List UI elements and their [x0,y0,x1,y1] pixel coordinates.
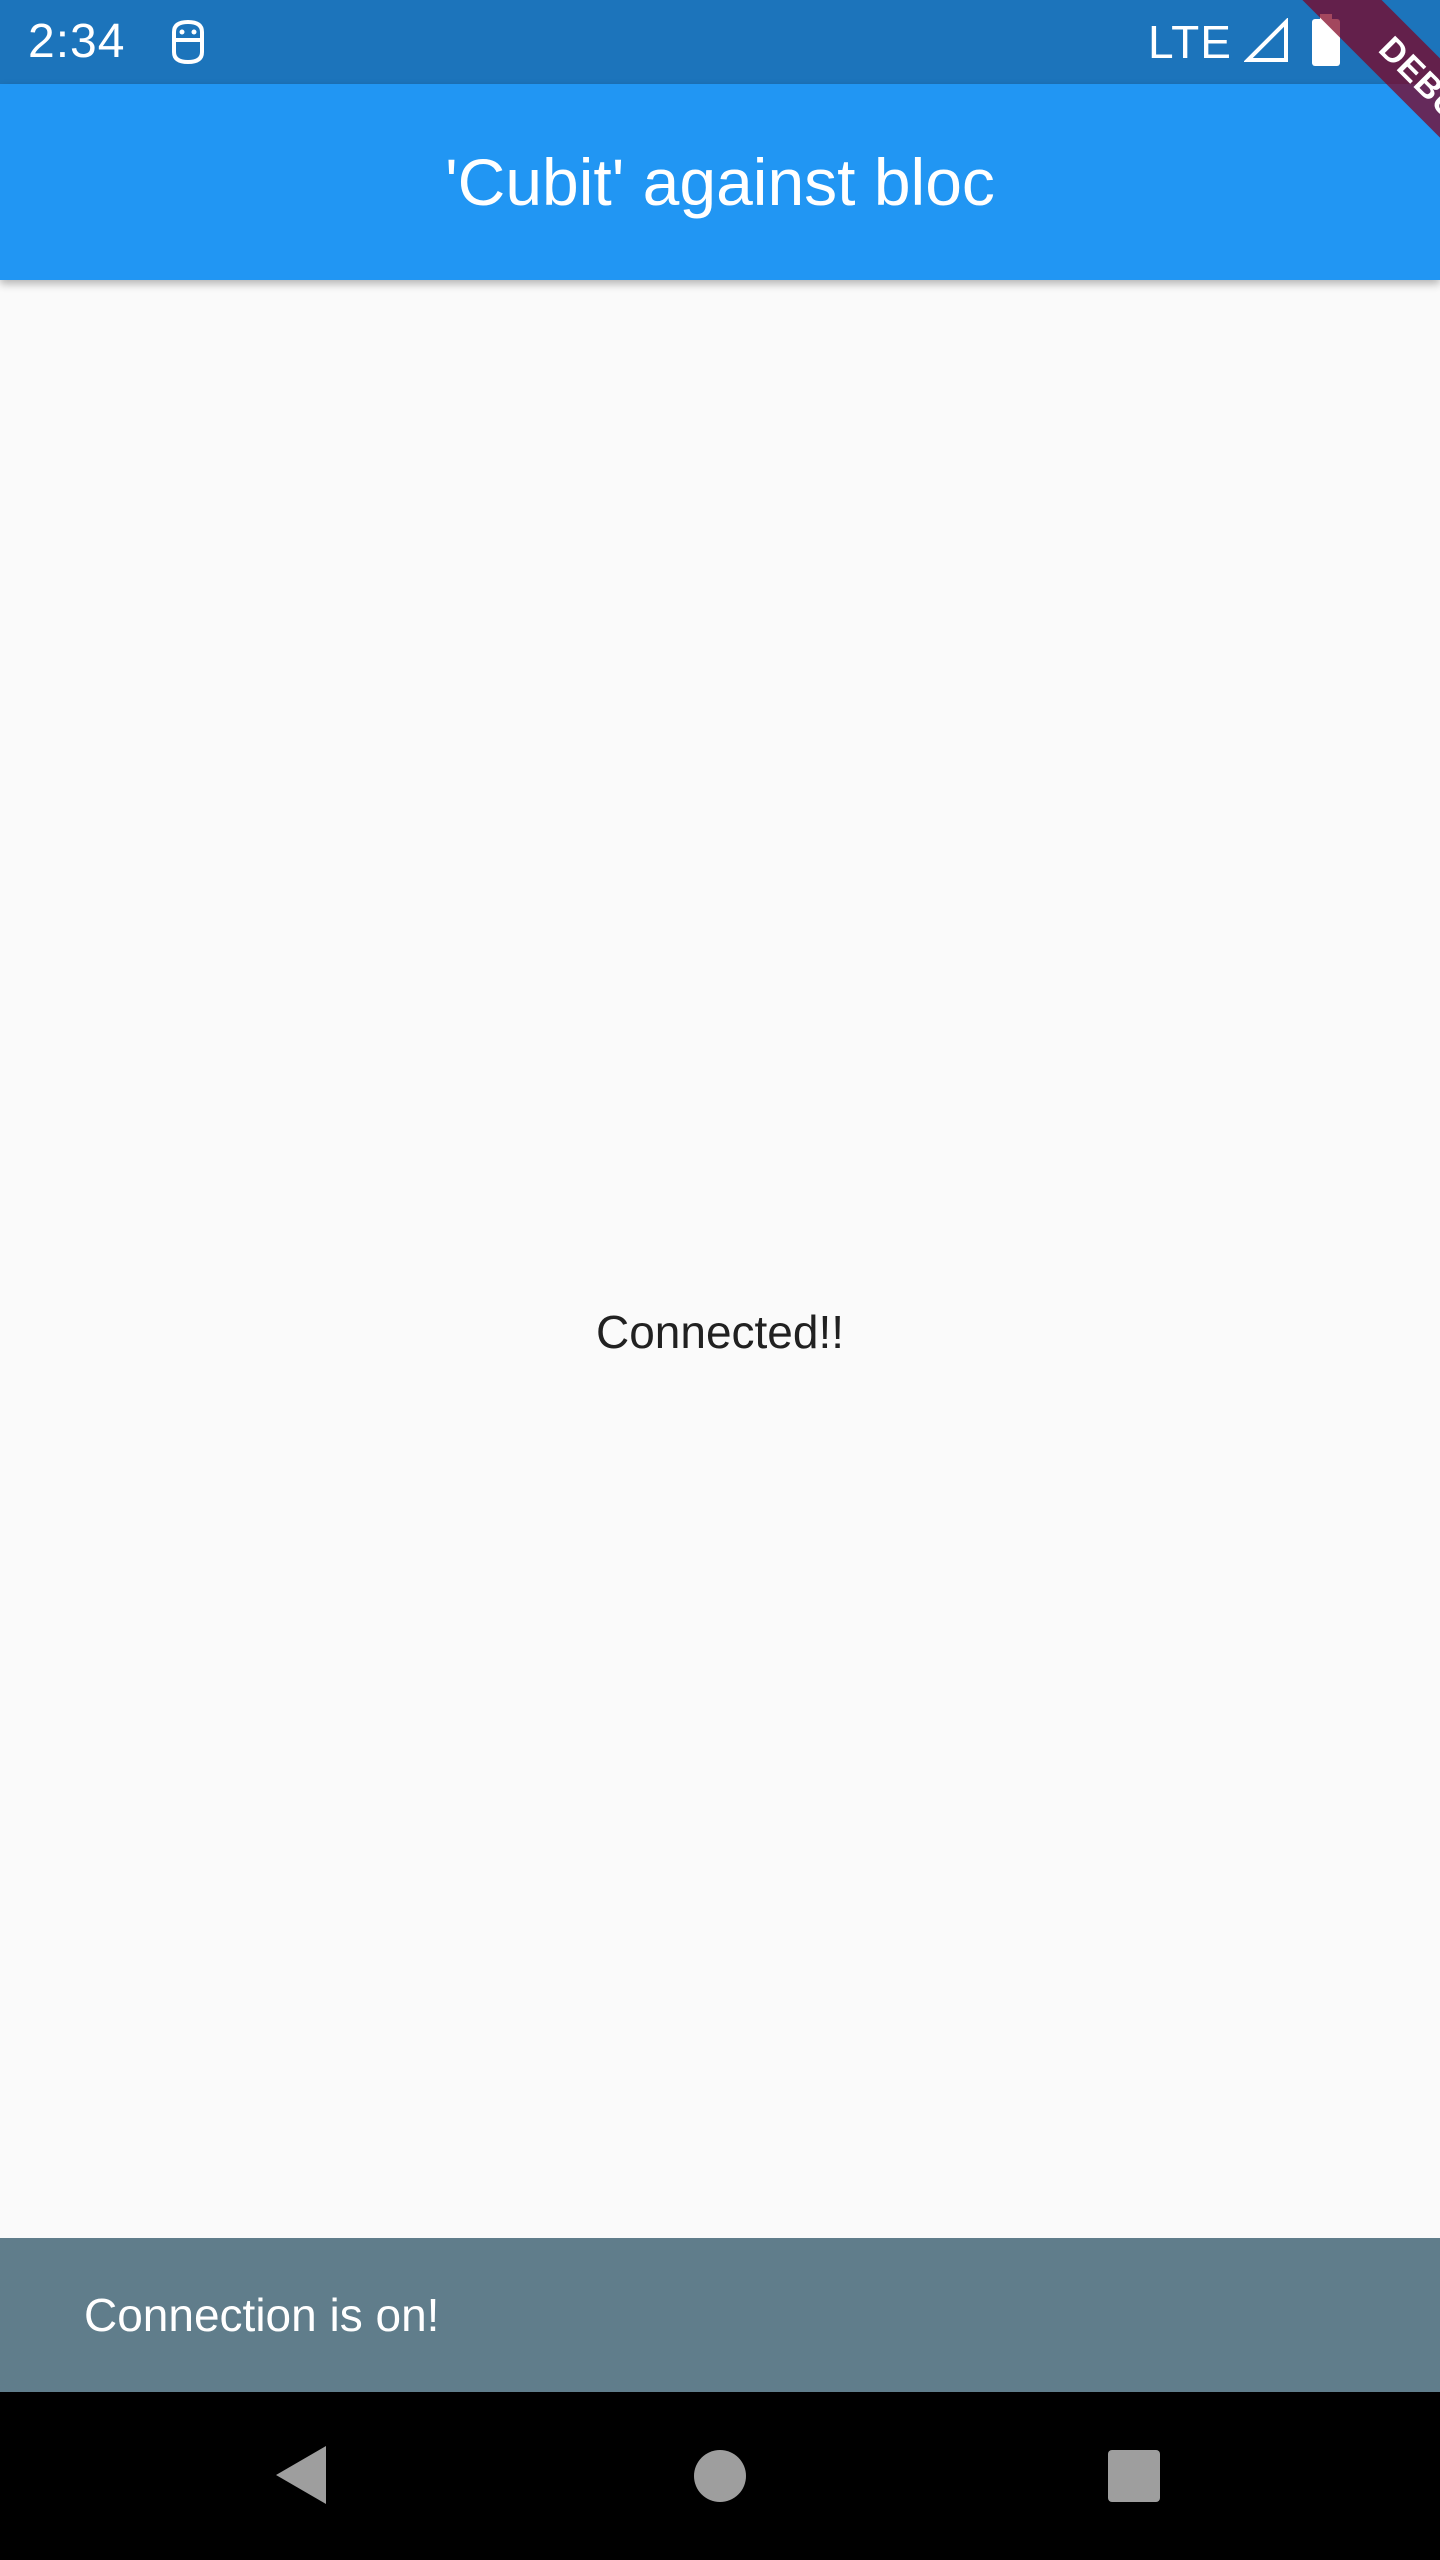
battery-icon [1312,14,1340,66]
home-circle-icon[interactable] [694,2450,746,2502]
snackbar-message: Connection is on! [84,2289,440,2341]
back-triangle-icon[interactable] [274,2444,328,2506]
snackbar[interactable]: Connection is on! [0,2238,1440,2392]
network-type: LTE [1148,16,1232,68]
recents-square-icon[interactable] [1108,2450,1160,2502]
app-bar-title: 'Cubit' against bloc [445,145,995,219]
android-debug-icon [172,19,204,65]
system-nav-bar [0,2392,1440,2560]
app-bar: 'Cubit' against bloc [0,84,1440,280]
status-bar: 2:34 LTE [0,0,1440,84]
main-content: Connected!! [0,280,1440,2238]
connection-status-text: Connected!! [595,1306,845,1358]
status-time: 2:34 [28,15,126,68]
app-screen: 2:34 LTE DEBUG 'Cubit' against bloc Conn… [0,0,1440,2560]
signal-icon [1244,18,1288,62]
